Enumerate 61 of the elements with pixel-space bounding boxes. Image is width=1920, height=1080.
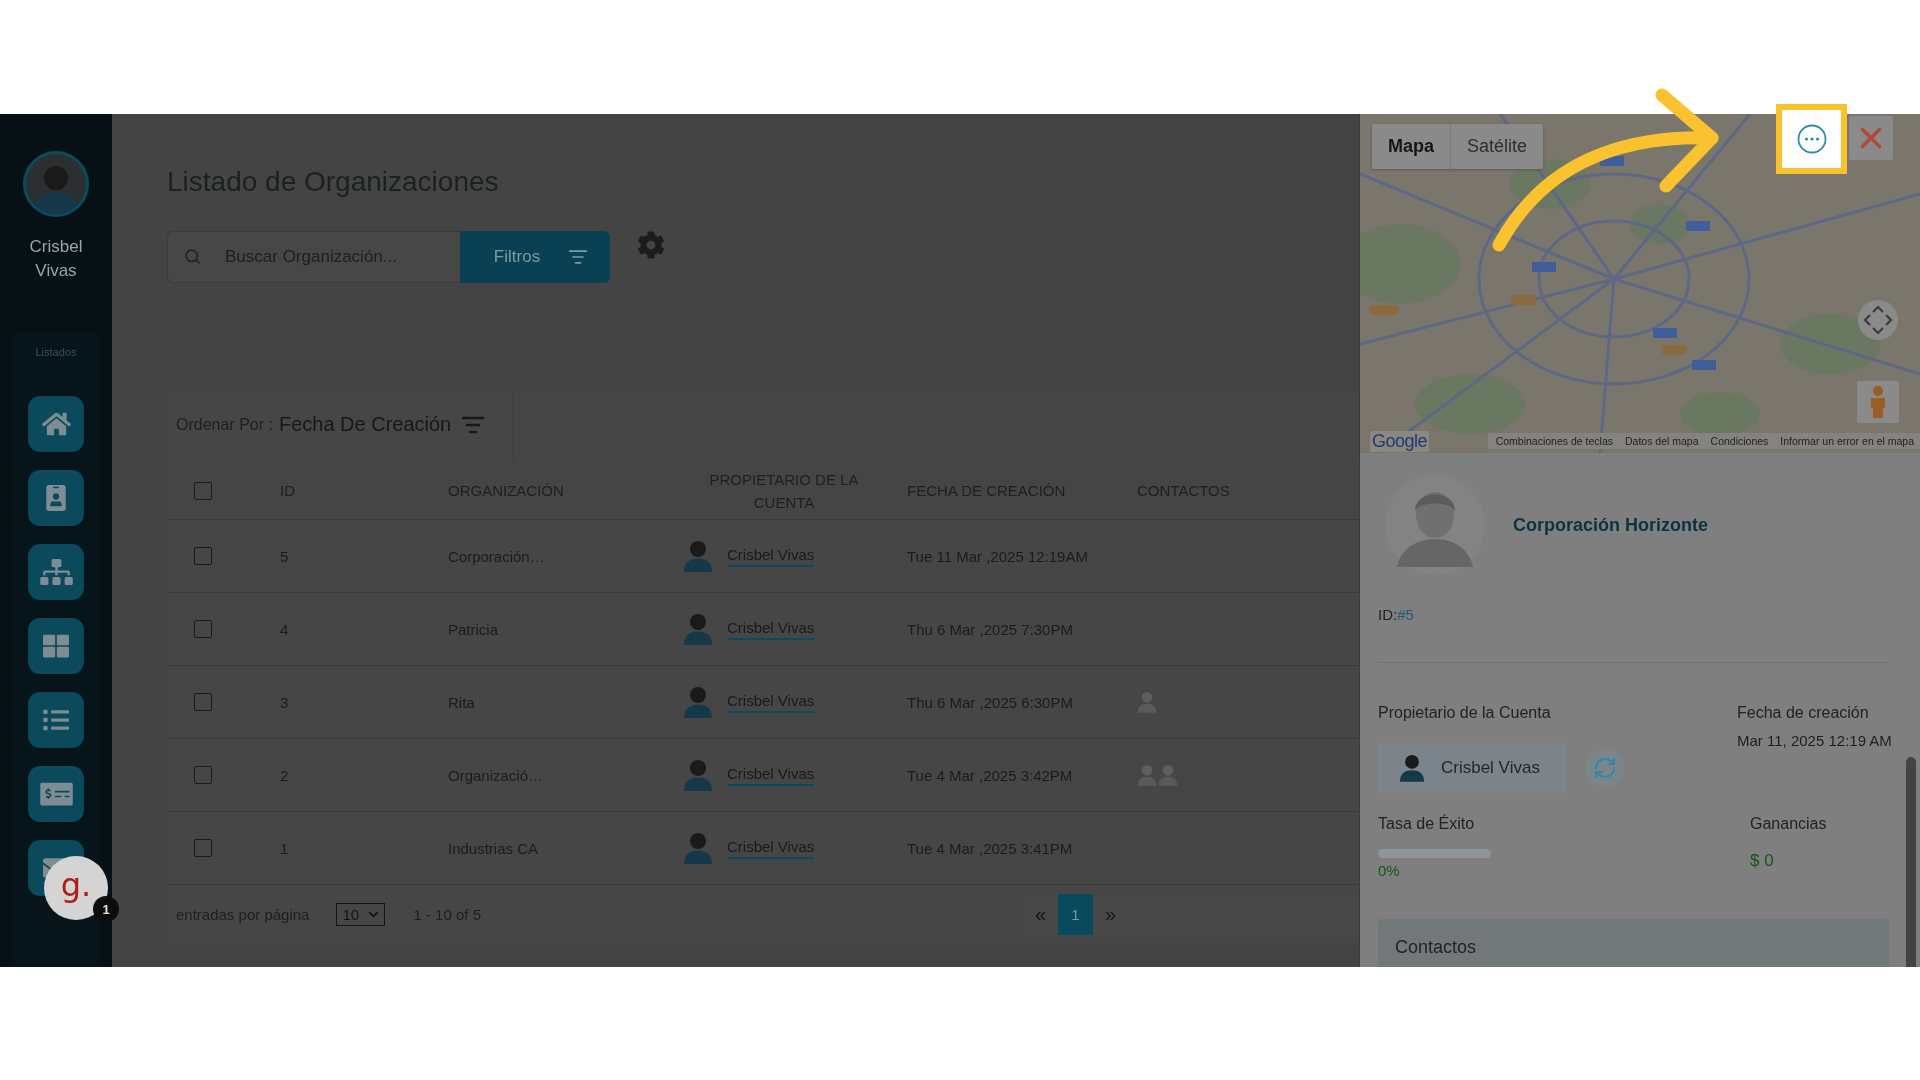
row-checkbox[interactable] xyxy=(194,620,212,638)
more-icon xyxy=(1796,124,1827,154)
map-link[interactable]: Condiciones xyxy=(1710,435,1769,447)
owner-avatar xyxy=(683,759,713,791)
nav-button[interactable] xyxy=(28,618,84,674)
earnings-label: Ganancias xyxy=(1750,814,1828,834)
list-icon xyxy=(43,707,69,733)
select-all-checkbox[interactable] xyxy=(194,481,212,500)
owner-avatar xyxy=(683,686,713,718)
nav-button[interactable] xyxy=(28,766,84,822)
owner-label: Propietario de la Cuenta xyxy=(1378,703,1552,723)
nav-button[interactable] xyxy=(28,396,84,452)
page-button[interactable]: 1 xyxy=(1058,894,1093,935)
owner-chip[interactable]: Crisbel Vivas xyxy=(1378,743,1566,793)
owner-avatar xyxy=(1399,754,1425,782)
search-icon xyxy=(184,248,201,265)
previous-page-button[interactable]: « xyxy=(1023,894,1058,935)
contact-avatar[interactable] xyxy=(1137,764,1157,786)
section-label: Listados xyxy=(35,346,77,359)
contact-avatar[interactable] xyxy=(1158,764,1178,786)
user-name: Crisbel Vivas xyxy=(28,236,84,282)
organization-name: Corporación Horizonte xyxy=(1513,514,1708,536)
filter-button[interactable]: Filtros xyxy=(460,231,610,283)
pan-control-icon[interactable] xyxy=(1858,300,1898,340)
earnings-value: $ 0 xyxy=(1750,851,1775,871)
map-type-tab[interactable]: Satélite xyxy=(1450,124,1544,169)
grid-icon xyxy=(43,633,69,659)
map-link[interactable]: Datos del mapa xyxy=(1625,435,1699,447)
row-checkbox[interactable] xyxy=(194,693,212,711)
owner-avatar xyxy=(683,832,713,864)
created-value: Mar 11, 2025 12:19 AM xyxy=(1737,731,1892,751)
pegman-icon[interactable] xyxy=(1857,381,1899,423)
contacts-title: Contactos xyxy=(1395,937,1478,957)
org-chart-icon xyxy=(39,559,73,585)
row-checkbox[interactable] xyxy=(194,766,212,784)
home-icon xyxy=(41,411,71,437)
success-rate-reading: 0% xyxy=(1378,862,1401,879)
map-type-tab[interactable]: Mapa xyxy=(1372,124,1450,169)
settings-icon[interactable] xyxy=(637,231,665,259)
id-badge-icon xyxy=(46,485,66,511)
reassign-icon[interactable] xyxy=(1586,749,1624,787)
scrollbar[interactable] xyxy=(1906,757,1916,967)
created-label: Fecha de creación xyxy=(1737,703,1870,723)
owner-avatar xyxy=(683,540,713,572)
map-logo: Google xyxy=(1370,430,1430,452)
nav-button[interactable] xyxy=(28,470,84,526)
filter-icon xyxy=(568,247,589,267)
money-check-icon xyxy=(39,781,73,807)
next-page-button[interactable]: » xyxy=(1093,894,1128,935)
owner-avatar xyxy=(683,613,713,645)
contact-avatar[interactable] xyxy=(1137,691,1157,713)
id-value: #5 xyxy=(1397,605,1414,625)
nav-button[interactable] xyxy=(28,544,84,600)
nav-button[interactable] xyxy=(28,692,84,748)
close-button[interactable] xyxy=(1849,116,1893,160)
map-link[interactable]: Combinaciones de teclas xyxy=(1495,435,1613,447)
id-label: ID: xyxy=(1378,605,1398,625)
row-checkbox[interactable] xyxy=(194,839,212,857)
row-checkbox[interactable] xyxy=(194,547,212,565)
map-link[interactable]: Informar un error en el mapa xyxy=(1780,435,1914,447)
success-rate-label: Tasa de Éxito xyxy=(1378,814,1476,834)
